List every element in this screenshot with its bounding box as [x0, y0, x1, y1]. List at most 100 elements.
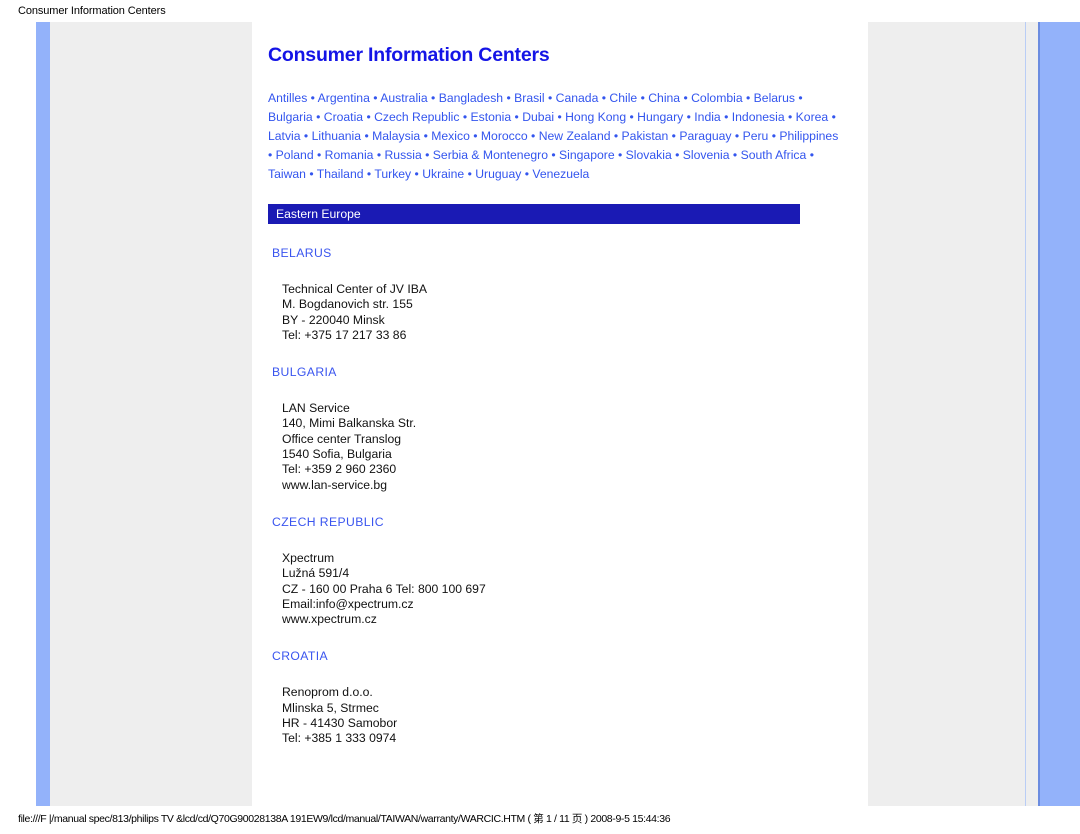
address-line: Technical Center of JV IBA — [282, 282, 427, 296]
address-line: BY - 220040 Minsk — [282, 312, 385, 327]
address-line: Renoprom d.o.o. — [282, 685, 373, 700]
country-link-slovakia[interactable]: Slovakia — [626, 148, 672, 162]
link-separator: • — [511, 110, 523, 124]
country-link-malaysia[interactable]: Malaysia — [372, 129, 420, 143]
link-separator: • — [610, 129, 622, 143]
country-link-czech-republic[interactable]: Czech Republic — [374, 110, 459, 124]
page-title: Consumer Information Centers — [268, 44, 550, 66]
link-separator: • — [683, 110, 695, 124]
link-separator: • — [521, 167, 533, 181]
country-link-thailand[interactable]: Thailand — [317, 167, 364, 181]
country-link-list[interactable]: Antilles • Argentina • Australia • Bangl… — [268, 89, 840, 184]
address-line: CZ - 160 00 Praha 6 Tel: 800 100 697 — [282, 581, 486, 596]
country-link-uruguay[interactable]: Uruguay — [475, 167, 521, 181]
country-link-philippines[interactable]: Philippines — [779, 129, 838, 143]
link-separator: • — [598, 91, 610, 105]
country-link-venezuela[interactable]: Venezuela — [532, 167, 589, 181]
link-separator: • — [363, 110, 375, 124]
link-separator: • — [313, 148, 325, 162]
print-header: Consumer Information Centers — [0, 0, 1080, 22]
country-heading: CZECH REPUBLIC — [272, 514, 384, 529]
link-separator: • — [369, 91, 381, 105]
address-line: www.xpectrum.cz — [282, 612, 377, 627]
address-line: Xpectrum — [282, 550, 335, 565]
link-separator: • — [720, 110, 732, 124]
country-link-china[interactable]: China — [648, 91, 680, 105]
address-line: Tel: +375 17 217 33 86 — [282, 327, 407, 342]
country-link-belarus[interactable]: Belarus — [754, 91, 795, 105]
country-link-serbia-montenegro[interactable]: Serbia & Montenegro — [433, 148, 548, 162]
country-link-morocco[interactable]: Morocco — [481, 129, 528, 143]
country-address: Technical Center of JV IBA M. Bogdanovich… — [282, 282, 848, 343]
country-link-south-africa[interactable]: South Africa — [741, 148, 807, 162]
country-link-peru[interactable]: Peru — [743, 129, 769, 143]
country-link-bulgaria[interactable]: Bulgaria — [268, 110, 313, 124]
country-link-new-zealand[interactable]: New Zealand — [539, 129, 611, 143]
link-separator: • — [668, 129, 680, 143]
country-heading: BELARUS — [272, 246, 332, 260]
country-link-colombia[interactable]: Colombia — [691, 91, 742, 105]
link-separator: • — [469, 129, 481, 143]
link-separator: • — [459, 110, 471, 124]
country-block: CZECH REPUBLIC Xpectrum Lužná 591/4 CZ - 16… — [268, 515, 848, 627]
country-block: BELARUS Technical Center of JV IBA M. Bogd… — [268, 246, 848, 343]
link-separator: • — [363, 167, 375, 181]
country-link-australia[interactable]: Australia — [380, 91, 427, 105]
address-line: 140, Mimi Balkanska Str. — [282, 416, 417, 431]
link-separator: • — [768, 129, 780, 143]
country-address: Xpectrum Lužná 591/4 CZ - 160 00 Praha 6 T… — [282, 551, 848, 627]
right-blue-accent-bar — [1040, 22, 1080, 806]
country-link-latvia[interactable]: Latvia — [268, 129, 301, 143]
link-separator: • — [626, 110, 638, 124]
country-link-pakistan[interactable]: Pakistan — [622, 129, 669, 143]
country-link-turkey[interactable]: Turkey — [374, 167, 411, 181]
country-link-antilles[interactable]: Antilles — [268, 91, 307, 105]
country-heading: BULGARIA — [272, 365, 337, 380]
link-separator: • — [731, 129, 743, 143]
link-separator: • — [547, 148, 560, 162]
country-link-paraguay[interactable]: Paraguay — [679, 129, 731, 143]
country-link-korea[interactable]: Korea — [796, 110, 829, 124]
link-separator: • — [373, 148, 385, 162]
link-separator: • — [729, 148, 741, 162]
country-link-bangladesh[interactable]: Bangladesh — [439, 91, 503, 105]
country-link-indonesia[interactable]: Indonesia — [732, 110, 785, 124]
country-link-poland[interactable]: Poland — [276, 148, 314, 162]
link-separator: • — [305, 167, 317, 181]
country-link-croatia[interactable]: Croatia — [324, 110, 363, 124]
link-separator: • — [300, 129, 312, 143]
country-link-lithuania[interactable]: Lithuania — [312, 129, 361, 143]
link-separator: • — [680, 91, 692, 105]
address-line: www.lan-service.bg — [282, 477, 387, 492]
country-block: BULGARIA LAN Service 140, Mimi Balkanska S… — [268, 365, 848, 493]
country-link-brasil[interactable]: Brasil — [514, 91, 544, 105]
country-address: LAN Service 140, Mimi Balkanska Str. Offic… — [282, 401, 848, 493]
country-link-canada[interactable]: Canada — [556, 91, 599, 105]
address-line: Lužná 591/4 — [282, 566, 350, 581]
country-link-dubai[interactable]: Dubai — [522, 110, 554, 124]
country-link-singapore[interactable]: Singapore — [559, 148, 615, 162]
country-link-romania[interactable]: Romania — [325, 148, 374, 162]
print-header-title: Consumer Information Centers — [18, 5, 166, 17]
address-line: HR - 41430 Samobor — [282, 716, 398, 731]
link-separator: • — [554, 110, 566, 124]
country-link-russia[interactable]: Russia — [384, 148, 421, 162]
country-link-mexico[interactable]: Mexico — [431, 129, 470, 143]
country-link-hungary[interactable]: Hungary — [637, 110, 683, 124]
country-link-argentina[interactable]: Argentina — [318, 91, 370, 105]
country-link-hong-kong[interactable]: Hong Kong — [565, 110, 626, 124]
country-address: Renoprom d.o.o. Mlinska 5, Strmec HR - 414… — [282, 685, 848, 746]
country-link-taiwan[interactable]: Taiwan — [268, 167, 306, 181]
link-separator: • — [268, 148, 276, 162]
country-link-chile[interactable]: Chile — [609, 91, 637, 105]
country-link-slovenia[interactable]: Slovenia — [683, 148, 730, 162]
country-link-india[interactable]: India — [694, 110, 720, 124]
country-link-ukraine[interactable]: Ukraine — [422, 167, 464, 181]
link-separator: • — [464, 167, 476, 181]
link-separator: • — [312, 110, 324, 124]
country-link-estonia[interactable]: Estonia — [471, 110, 512, 124]
link-separator: • — [527, 129, 539, 143]
link-separator: • — [806, 148, 814, 162]
right-gap-panel — [1026, 22, 1038, 806]
link-separator: • — [794, 91, 803, 105]
